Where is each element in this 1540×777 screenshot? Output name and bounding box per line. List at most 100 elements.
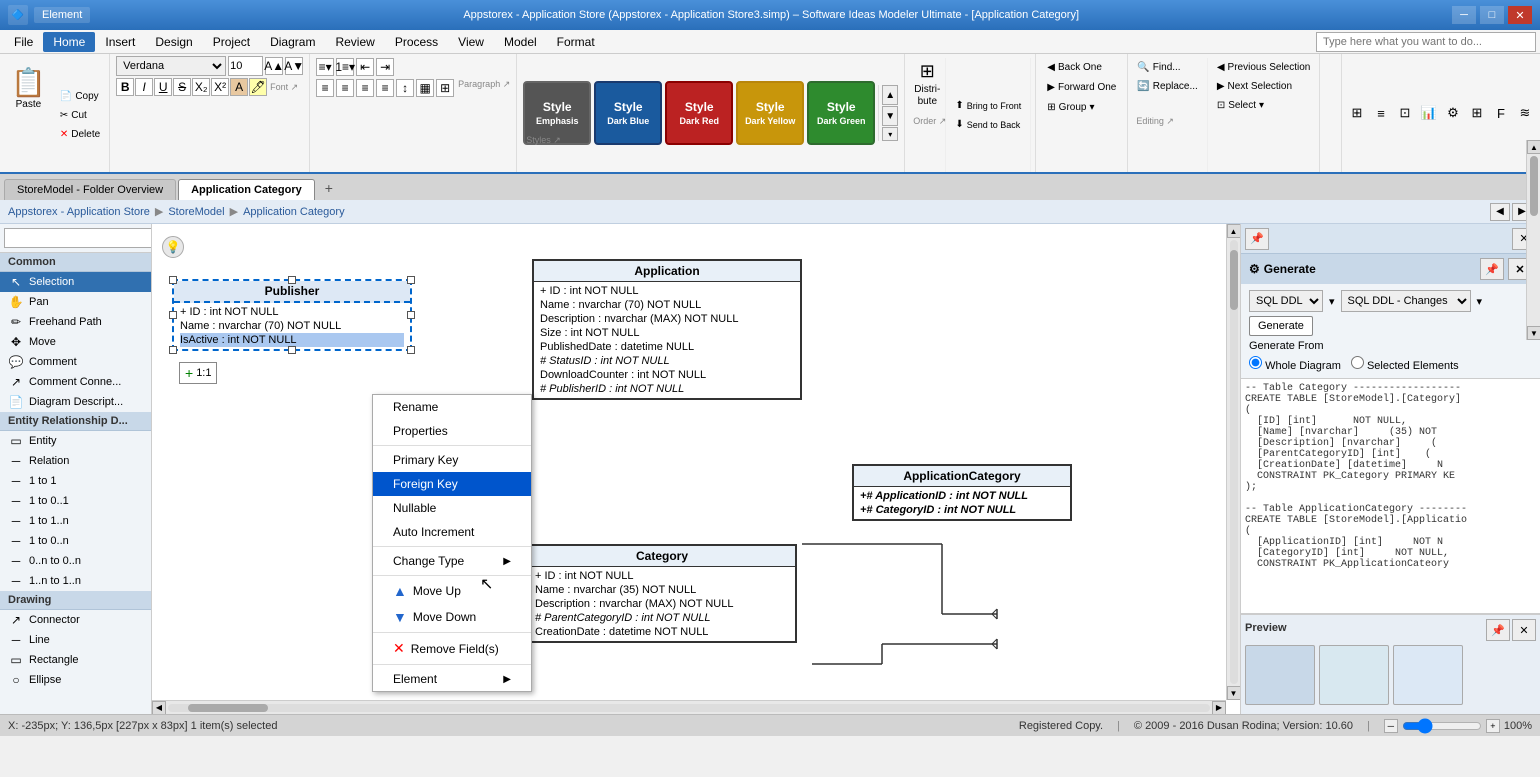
bc-storemodel[interactable]: StoreModel bbox=[168, 206, 224, 218]
select-button[interactable]: ⊡ Select ▾ bbox=[1212, 96, 1316, 114]
ctx-element[interactable]: Element ▶ bbox=[373, 667, 531, 691]
rp-pin-button[interactable]: 📌 bbox=[1245, 228, 1269, 250]
borders[interactable]: ⊞ bbox=[436, 79, 454, 97]
delete-button[interactable]: ✕Delete bbox=[55, 125, 105, 143]
style-darkred[interactable]: Style Dark Red bbox=[665, 81, 733, 145]
list-number[interactable]: 1≡▾ bbox=[336, 58, 354, 76]
styles-scroll-down[interactable]: ▼ bbox=[882, 106, 898, 126]
menu-diagram[interactable]: Diagram bbox=[260, 32, 325, 52]
ctx-change-type[interactable]: Change Type ▶ bbox=[373, 549, 531, 573]
ctx-foreign-key[interactable]: Foreign Key bbox=[373, 472, 531, 496]
preview-thumb-2[interactable] bbox=[1319, 645, 1389, 705]
next-selection-button[interactable]: ▶ Next Selection bbox=[1212, 77, 1316, 95]
tool-pan[interactable]: ✋ Pan bbox=[0, 292, 151, 312]
ctx-nullable[interactable]: Nullable bbox=[373, 496, 531, 520]
whole-diagram-radio[interactable] bbox=[1249, 356, 1262, 369]
tool-move[interactable]: ✥ Move bbox=[0, 332, 151, 352]
italic-button[interactable]: I bbox=[135, 78, 153, 96]
selected-elements-radio-label[interactable]: Selected Elements bbox=[1351, 356, 1459, 372]
sql-output[interactable]: -- Table Category ------------------ CRE… bbox=[1241, 379, 1540, 614]
horizontal-scrollbar[interactable]: ◀ ▶ bbox=[152, 700, 1226, 714]
panel-icon-8[interactable]: ≋ bbox=[1514, 102, 1536, 124]
align-justify[interactable]: ≡ bbox=[376, 79, 394, 97]
vertical-scrollbar[interactable]: ▲ ▼ bbox=[1226, 224, 1240, 700]
forward-one-button[interactable]: ▶ Forward One bbox=[1042, 78, 1121, 96]
panel-search-input[interactable] bbox=[4, 228, 152, 248]
handle-bl[interactable] bbox=[169, 346, 177, 354]
rp-scroll-down[interactable]: ▼ bbox=[1527, 326, 1540, 340]
zoom-increase-button[interactable]: + bbox=[1486, 719, 1500, 733]
tool-rectangle[interactable]: ▭ Rectangle bbox=[0, 650, 151, 670]
ctx-auto-increment[interactable]: Auto Increment bbox=[373, 520, 531, 544]
handle-tl[interactable] bbox=[169, 276, 177, 284]
zoom-slider[interactable] bbox=[1402, 718, 1482, 734]
canvas-area[interactable]: 💡 bbox=[152, 224, 1240, 714]
subscript-button[interactable]: X₂ bbox=[192, 78, 210, 96]
tool-ellipse[interactable]: ○ Ellipse bbox=[0, 670, 151, 690]
rp-scroll-up[interactable]: ▲ bbox=[1527, 140, 1540, 154]
selected-elements-radio[interactable] bbox=[1351, 356, 1364, 369]
changes-type-select[interactable]: SQL DDL - Changes bbox=[1341, 290, 1471, 312]
find-button[interactable]: 🔍 Find... bbox=[1132, 58, 1202, 76]
tool-1to1n[interactable]: ─ 1 to 1..n bbox=[0, 511, 151, 531]
whole-diagram-radio-label[interactable]: Whole Diagram bbox=[1249, 356, 1341, 372]
align-left[interactable]: ≡ bbox=[316, 79, 334, 97]
menu-file[interactable]: File bbox=[4, 32, 43, 52]
strikethrough-button[interactable]: S bbox=[173, 78, 191, 96]
preview-pin-btn[interactable]: 📌 bbox=[1486, 619, 1510, 641]
tool-comment-connector[interactable]: ↗ Comment Conne... bbox=[0, 372, 151, 392]
ctx-rename[interactable]: Rename bbox=[373, 395, 531, 419]
highlight-button[interactable]: 🖊 bbox=[249, 78, 267, 96]
menu-insert[interactable]: Insert bbox=[95, 32, 145, 52]
menu-model[interactable]: Model bbox=[494, 32, 547, 52]
tab-applicationcategory[interactable]: Application Category bbox=[178, 179, 315, 200]
entity-category[interactable]: Category + ID : int NOT NULL Name : nvar… bbox=[527, 544, 797, 643]
menu-view[interactable]: View bbox=[448, 32, 494, 52]
handle-ml[interactable] bbox=[169, 311, 177, 319]
bring-to-front-button[interactable]: ⬆ Bring to Front bbox=[950, 97, 1026, 115]
tool-relation[interactable]: ─ Relation bbox=[0, 451, 151, 471]
preview-thumb-3[interactable] bbox=[1393, 645, 1463, 705]
tool-freehand[interactable]: ✏ Freehand Path bbox=[0, 312, 151, 332]
back-one-button[interactable]: ◀ Back One bbox=[1042, 58, 1121, 76]
ctx-properties[interactable]: Properties bbox=[373, 419, 531, 443]
bc-applicationcategory[interactable]: Application Category bbox=[243, 206, 345, 218]
copy-button[interactable]: 📄Copy bbox=[55, 87, 105, 105]
tool-1to1[interactable]: ─ 1 to 1 bbox=[0, 471, 151, 491]
tool-entity[interactable]: ▭ Entity bbox=[0, 431, 151, 451]
menu-project[interactable]: Project bbox=[203, 32, 260, 52]
entity-publisher[interactable]: Publisher + ID : int NOT NULL Name : nva… bbox=[172, 279, 412, 351]
previous-selection-button[interactable]: ◀ Previous Selection bbox=[1212, 58, 1316, 76]
tool-1to0n[interactable]: ─ 1 to 0..n bbox=[0, 531, 151, 551]
tool-connector[interactable]: ↗ Connector bbox=[0, 610, 151, 630]
tool-selection[interactable]: ↖ Selection bbox=[0, 272, 151, 292]
font-name-select[interactable]: Verdana bbox=[116, 56, 226, 76]
panel-icon-4[interactable]: 📊 bbox=[1418, 102, 1440, 124]
entity-applicationcategory[interactable]: ApplicationCategory +# ApplicationID : i… bbox=[852, 464, 1072, 521]
ctx-primary-key[interactable]: Primary Key bbox=[373, 448, 531, 472]
font-size-increase[interactable]: A▲ bbox=[265, 57, 283, 75]
minimize-button[interactable]: ─ bbox=[1452, 6, 1476, 24]
style-darkgreen[interactable]: Style Dark Green bbox=[807, 81, 875, 145]
font-size-input[interactable] bbox=[228, 56, 263, 76]
preview-close-btn[interactable]: ✕ bbox=[1512, 619, 1536, 641]
tool-1to01[interactable]: ─ 1 to 0..1 bbox=[0, 491, 151, 511]
ctx-remove-fields[interactable]: ✕ Remove Field(s) bbox=[373, 635, 531, 662]
preview-thumb-1[interactable] bbox=[1245, 645, 1315, 705]
group-button[interactable]: ⊞ Group▾ bbox=[1042, 98, 1121, 116]
menu-design[interactable]: Design bbox=[145, 32, 202, 52]
handle-br[interactable] bbox=[407, 346, 415, 354]
ctx-move-up[interactable]: ▲ Move Up bbox=[373, 578, 531, 604]
superscript-button[interactable]: X² bbox=[211, 78, 229, 96]
panel-icon-2[interactable]: ≡ bbox=[1370, 102, 1392, 124]
scroll-left-button[interactable]: ◀ bbox=[152, 701, 166, 715]
zoom-decrease-button[interactable]: ─ bbox=[1384, 719, 1398, 733]
rp-scroll-thumb[interactable] bbox=[1530, 156, 1538, 216]
panel-icon-5[interactable]: ⚙ bbox=[1442, 102, 1464, 124]
panel-icon-1[interactable]: ⊞ bbox=[1346, 102, 1368, 124]
align-center[interactable]: ≡ bbox=[336, 79, 354, 97]
sql-type-select[interactable]: SQL DDL bbox=[1249, 290, 1323, 312]
scroll-thumb-h[interactable] bbox=[188, 704, 268, 712]
handle-tr[interactable] bbox=[407, 276, 415, 284]
hint-button[interactable]: 💡 bbox=[162, 236, 184, 258]
